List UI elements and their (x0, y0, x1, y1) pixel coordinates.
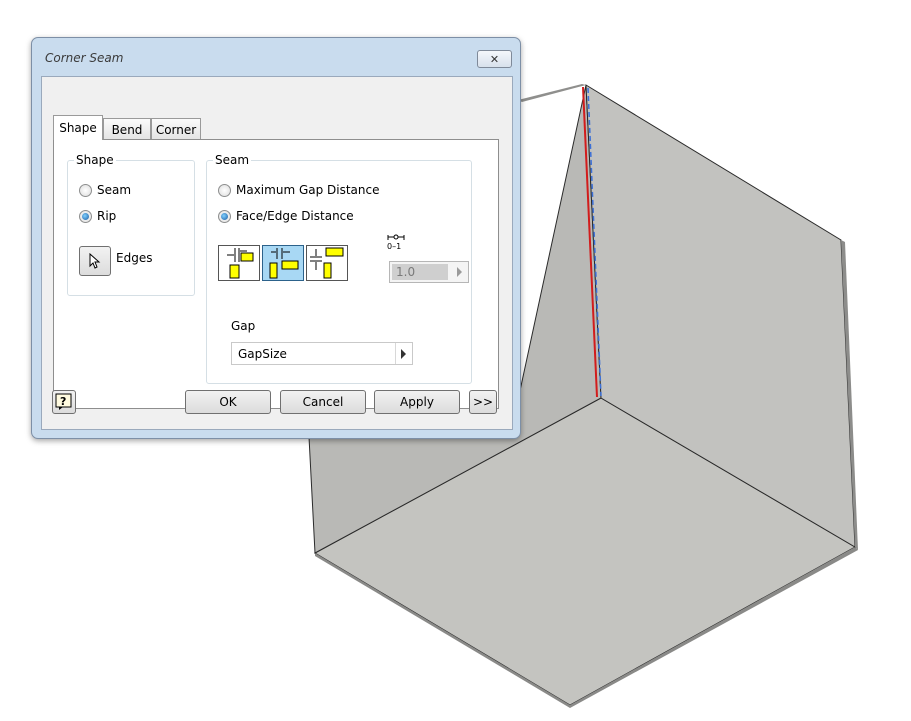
help-icon: ? (55, 393, 72, 410)
corner-seam-dialog: Corner Seam ✕ Shape Bend Corner Shape Se… (31, 37, 521, 439)
tab-corner-label: Corner (155, 122, 197, 137)
tab-shape-label: Shape (59, 121, 97, 135)
ratio-spinner[interactable]: 1.0 (389, 261, 469, 283)
radio-rip-indicator[interactable] (79, 209, 92, 223)
edges-select-button[interactable] (79, 246, 111, 276)
overlap-ratio-icon: 0–1 (387, 234, 405, 250)
tab-shape[interactable]: Shape (53, 115, 103, 140)
gap-combo-arrow-button[interactable] (395, 343, 412, 364)
seam-shape-button-1[interactable] (218, 245, 260, 281)
seam-shape-button-2[interactable] (262, 245, 304, 281)
more-button[interactable]: >> (469, 390, 497, 414)
ratio-spinner-arrow[interactable] (457, 267, 462, 277)
radio-face-edge-distance-label: Face/Edge Distance (236, 209, 354, 223)
seam-shape-overlap-2-icon (310, 247, 344, 279)
gap-value: GapSize (238, 347, 287, 361)
arrow-cursor-icon (89, 253, 101, 269)
gap-combo[interactable]: GapSize (231, 342, 413, 365)
edges-label: Edges (116, 251, 153, 265)
tab-corner[interactable]: Corner (151, 118, 201, 140)
cancel-button-label: Cancel (302, 395, 344, 409)
dialog-client: Shape Bend Corner Shape Seam Rip Edges S… (41, 76, 513, 430)
radio-seam-indicator[interactable] (79, 183, 92, 197)
tab-bend-label: Bend (111, 122, 143, 137)
shape-group-label: Shape (74, 153, 116, 167)
radio-face-edge-distance[interactable]: Face/Edge Distance (218, 209, 354, 223)
chevron-right-icon (401, 349, 406, 359)
cancel-button[interactable]: Cancel (280, 390, 366, 414)
close-icon: ✕ (489, 52, 500, 66)
close-button[interactable]: ✕ (477, 50, 512, 68)
ok-button-label: OK (219, 395, 237, 409)
shape-tab-panel: Shape Seam Rip Edges Seam Maximum Gap Di… (53, 139, 499, 409)
dialog-titlebar[interactable]: Corner Seam ✕ (32, 38, 520, 76)
svg-text:0–1: 0–1 (387, 242, 401, 250)
help-button[interactable]: ? (52, 390, 76, 414)
radio-maximum-gap-distance-label: Maximum Gap Distance (236, 183, 380, 197)
radio-seam-label: Seam (97, 183, 132, 197)
seam-group-label: Seam (213, 153, 252, 167)
radio-rip-label: Rip (97, 209, 117, 223)
gap-label: Gap (231, 319, 256, 333)
seam-shape-overlap-1-icon (227, 248, 254, 279)
seam-shape-button-3[interactable] (306, 245, 348, 281)
ratio-value: 1.0 (392, 264, 448, 280)
radio-face-edge-distance-indicator[interactable] (218, 209, 231, 223)
tab-bend[interactable]: Bend (103, 118, 151, 140)
apply-button[interactable]: Apply (374, 390, 460, 414)
radio-maximum-gap-distance-indicator[interactable] (218, 183, 231, 197)
svg-text:?: ? (60, 395, 66, 408)
apply-button-label: Apply (400, 395, 434, 409)
seam-shape-butt-icon (269, 248, 299, 279)
left-wall-top (518, 84, 586, 102)
dialog-title: Corner Seam (45, 51, 124, 65)
more-button-label: >> (472, 395, 494, 409)
radio-rip[interactable]: Rip (79, 209, 116, 223)
radio-maximum-gap-distance[interactable]: Maximum Gap Distance (218, 183, 380, 197)
ok-button[interactable]: OK (185, 390, 271, 414)
radio-seam[interactable]: Seam (79, 183, 131, 197)
